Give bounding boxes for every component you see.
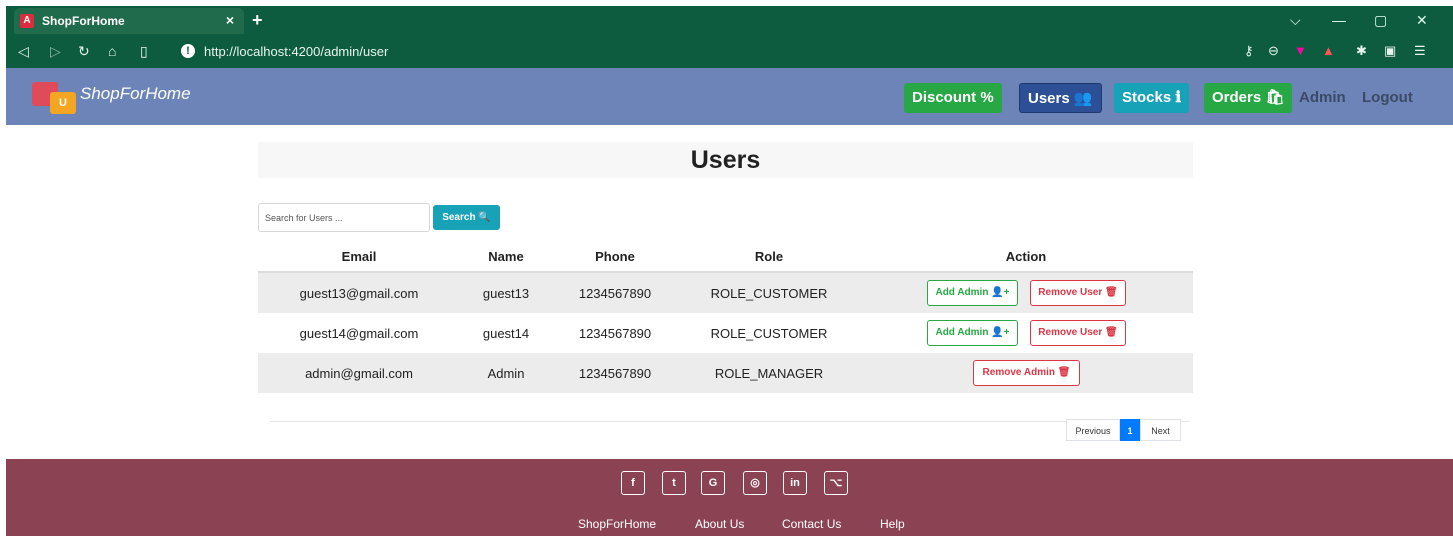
- add-admin-button[interactable]: Add Admin 👤+: [927, 280, 1018, 306]
- name-cell: guest13: [482, 286, 530, 301]
- browser-titlebar: A ShopForHome × + ⌵ — ▢ ✕: [6, 6, 1453, 34]
- tab-close-icon[interactable]: ×: [226, 12, 234, 28]
- brand-link[interactable]: ShopForHome: [80, 84, 191, 104]
- name-cell: Admin: [487, 366, 525, 381]
- extensions-icon[interactable]: ✱: [1356, 43, 1367, 59]
- key-icon[interactable]: ⚷: [1244, 43, 1254, 59]
- discount-button[interactable]: Discount %: [904, 83, 1002, 113]
- bookmark-icon[interactable]: ▯: [140, 43, 148, 60]
- remove-user-label: Remove User: [1038, 287, 1103, 298]
- remove-admin-label: Remove Admin: [982, 367, 1055, 378]
- shopping-bag-icon: 🛍: [1265, 89, 1285, 106]
- orders-button[interactable]: Orders 🛍: [1204, 83, 1293, 113]
- window-close-icon[interactable]: ✕: [1416, 12, 1428, 29]
- reload-icon[interactable]: ↻: [78, 43, 90, 60]
- table-row: guest13@gmail.com guest13 1234567890 ROL…: [258, 273, 1193, 313]
- role-cell: ROLE_MANAGER: [714, 366, 824, 381]
- new-tab-icon[interactable]: +: [252, 10, 263, 31]
- email-cell: admin@gmail.com: [305, 366, 413, 381]
- column-header-email: Email: [341, 249, 377, 264]
- column-header-role: Role: [754, 249, 784, 264]
- app-navbar: U ShopForHome Discount % Users 👥 Stocks …: [6, 68, 1453, 125]
- url-field[interactable]: http://localhost:4200/admin/user: [204, 44, 388, 59]
- chevron-down-icon[interactable]: ⌵: [1290, 12, 1301, 29]
- brave-shield-icon[interactable]: ▼: [1294, 43, 1307, 58]
- back-icon[interactable]: ◁: [18, 43, 29, 60]
- search-label: Search: [442, 212, 476, 223]
- page-title: Users: [690, 146, 761, 174]
- twitter-icon[interactable]: t: [662, 471, 686, 495]
- column-header-action: Action: [1005, 249, 1047, 264]
- table-row: admin@gmail.com Admin 1234567890 ROLE_MA…: [258, 353, 1193, 393]
- angular-icon: A: [20, 14, 34, 28]
- remove-user-button[interactable]: Remove User 🗑: [1030, 320, 1126, 346]
- add-admin-button[interactable]: Add Admin 👤+: [927, 320, 1018, 346]
- address-bar: ◁ ▷ ↻ ⌂ ▯ ! http://localhost:4200/admin/…: [6, 34, 1453, 68]
- zoom-icon[interactable]: ⊖: [1268, 43, 1279, 59]
- footer-link-contact[interactable]: Contact Us: [782, 517, 841, 531]
- stocks-button[interactable]: Stocks ℹ: [1114, 83, 1190, 113]
- add-admin-label: Add Admin: [935, 327, 989, 338]
- maximize-icon[interactable]: ▢: [1374, 12, 1387, 29]
- add-admin-label: Add Admin: [935, 287, 989, 298]
- footer-link-shopforhome[interactable]: ShopForHome: [578, 517, 656, 531]
- home-icon[interactable]: ⌂: [108, 43, 116, 59]
- user-plus-icon: 👤+: [991, 287, 1010, 298]
- users-button[interactable]: Users 👥: [1019, 83, 1102, 113]
- search-input[interactable]: [258, 203, 430, 232]
- github-icon[interactable]: ⌥: [824, 471, 848, 495]
- email-cell: guest13@gmail.com: [299, 286, 419, 301]
- footer-link-help[interactable]: Help: [880, 517, 905, 531]
- phone-cell: 1234567890: [578, 326, 652, 341]
- phone-cell: 1234567890: [578, 366, 652, 381]
- minimize-icon[interactable]: —: [1332, 12, 1346, 28]
- search-icon: 🔍: [478, 212, 491, 223]
- phone-cell: 1234567890: [578, 286, 652, 301]
- users-label: Users: [1028, 90, 1070, 107]
- site-info-icon[interactable]: !: [181, 44, 195, 58]
- trash-icon: 🗑: [1105, 287, 1118, 298]
- table-row: guest14@gmail.com guest14 1234567890 ROL…: [258, 313, 1193, 353]
- linkedin-icon[interactable]: in: [783, 471, 807, 495]
- column-header-phone: Phone: [595, 249, 635, 264]
- email-cell: guest14@gmail.com: [299, 326, 419, 341]
- column-header-name: Name: [488, 249, 524, 264]
- remove-admin-button[interactable]: Remove Admin 🗑: [973, 360, 1080, 386]
- footer-link-about[interactable]: About Us: [695, 517, 744, 531]
- search-button[interactable]: Search 🔍: [433, 205, 500, 230]
- brave-rewards-icon[interactable]: ▲: [1322, 43, 1335, 58]
- admin-link[interactable]: Admin: [1299, 89, 1346, 106]
- wallet-icon[interactable]: ▣: [1384, 43, 1396, 59]
- site-footer: f t G ◎ in ⌥ ShopForHome About Us Contac…: [6, 459, 1453, 536]
- role-cell: ROLE_CUSTOMER: [710, 326, 828, 341]
- user-plus-icon: 👤+: [991, 327, 1010, 338]
- remove-user-label: Remove User: [1038, 327, 1103, 338]
- browser-tab[interactable]: A ShopForHome ×: [14, 8, 244, 34]
- logout-link[interactable]: Logout: [1362, 89, 1413, 106]
- google-icon[interactable]: G: [701, 471, 725, 495]
- instagram-icon[interactable]: ◎: [743, 471, 767, 495]
- name-cell: guest14: [482, 326, 530, 341]
- logo-bag-icon-front: U: [50, 92, 76, 114]
- remove-user-button[interactable]: Remove User 🗑: [1030, 280, 1126, 306]
- forward-icon[interactable]: ▷: [50, 43, 61, 60]
- trash-icon: 🗑: [1057, 367, 1071, 378]
- pagination-previous[interactable]: Previous: [1066, 419, 1120, 441]
- trash-icon: 🗑: [1105, 327, 1118, 338]
- users-icon: 👥: [1073, 90, 1093, 107]
- role-cell: ROLE_CUSTOMER: [710, 286, 828, 301]
- tab-title: ShopForHome: [42, 14, 125, 28]
- pagination-page[interactable]: 1: [1120, 419, 1140, 441]
- orders-label: Orders: [1212, 89, 1262, 106]
- facebook-icon[interactable]: f: [621, 471, 645, 495]
- pagination-next[interactable]: Next: [1140, 419, 1181, 441]
- menu-icon[interactable]: ☰: [1414, 43, 1426, 59]
- table-footer-divider: [270, 421, 1190, 422]
